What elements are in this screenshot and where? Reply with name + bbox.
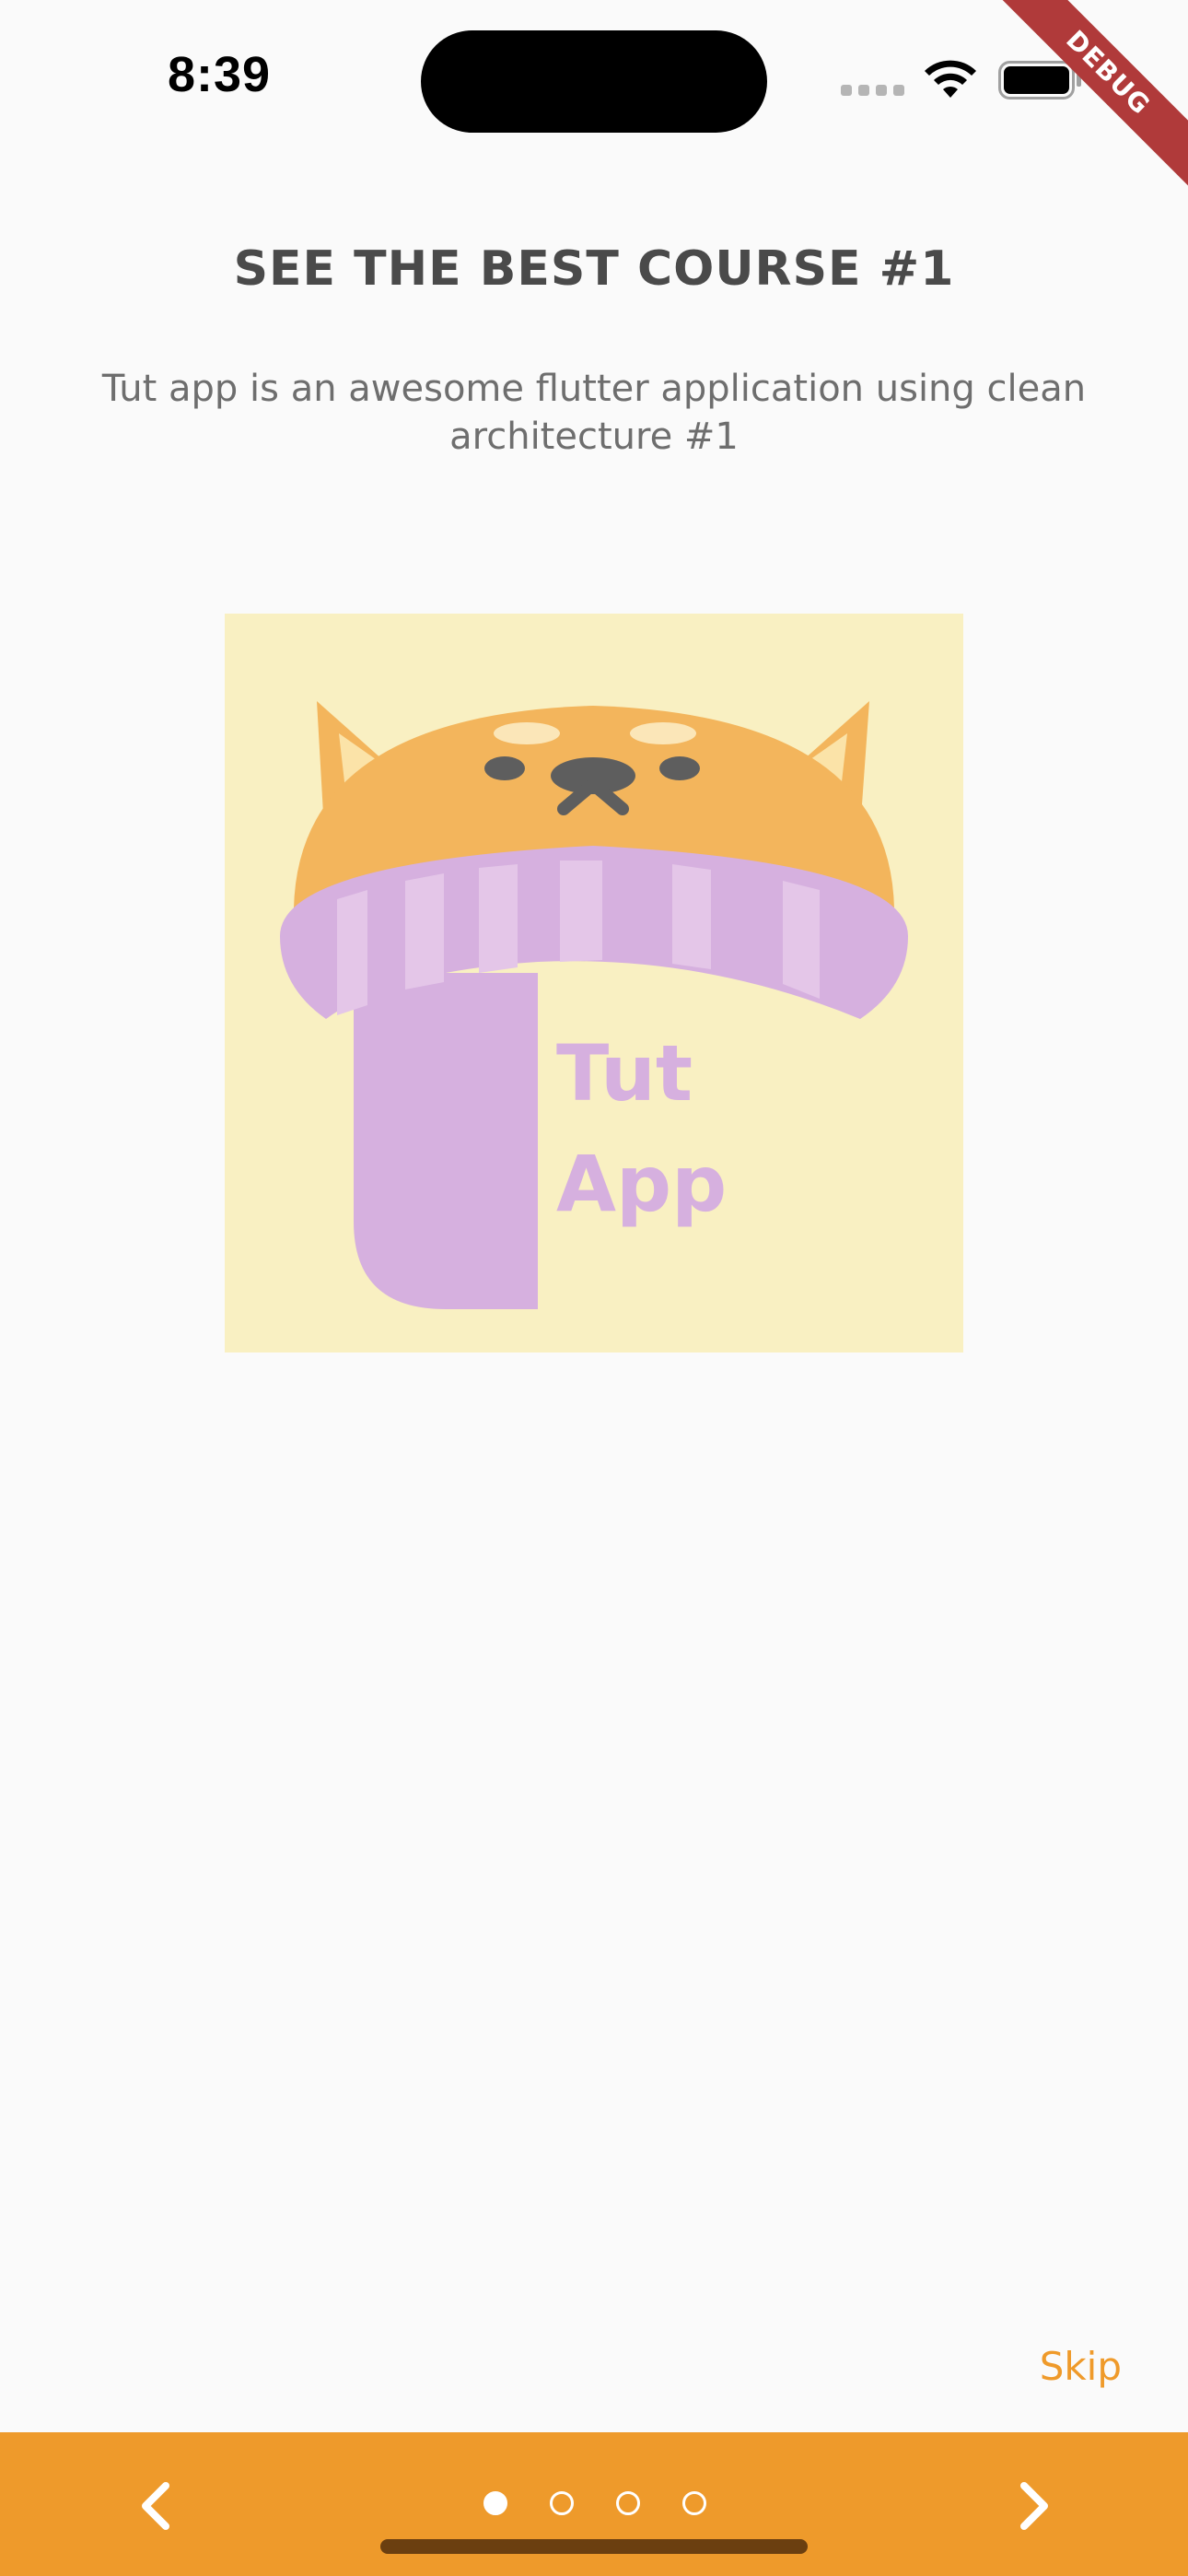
page-indicator-dot-2[interactable] [550,2491,574,2515]
page-title: SEE THE BEST COURSE #1 [233,241,955,297]
logo-text-app: App [556,1139,727,1229]
page-indicator-dot-1[interactable] [483,2491,507,2515]
onboarding-screen: 8:39 DEBUG SEE THE BEST COURSE #1 Tut ap… [0,0,1188,2576]
bottom-navigation-bar [0,2432,1188,2576]
wifi-icon [925,60,976,98]
next-page-button[interactable] [996,2469,1070,2543]
chevron-left-icon [142,2482,169,2530]
home-indicator[interactable] [380,2539,808,2554]
chevron-right-icon [1020,2482,1048,2530]
cellular-signal-icon [841,85,905,98]
page-indicator [472,2484,718,2524]
page-indicator-dot-4[interactable] [682,2491,706,2515]
skip-button[interactable]: Skip [1040,2344,1122,2389]
page-subtitle: Tut app is an awesome flutter applicatio… [101,368,1087,458]
tut-app-logo: Tut App [225,614,963,1352]
page-indicator-dot-3[interactable] [616,2491,640,2515]
previous-page-button[interactable] [120,2469,193,2543]
dynamic-island [421,30,767,133]
logo-text-tut: Tut [556,1028,693,1118]
status-time: 8:39 [168,47,272,102]
